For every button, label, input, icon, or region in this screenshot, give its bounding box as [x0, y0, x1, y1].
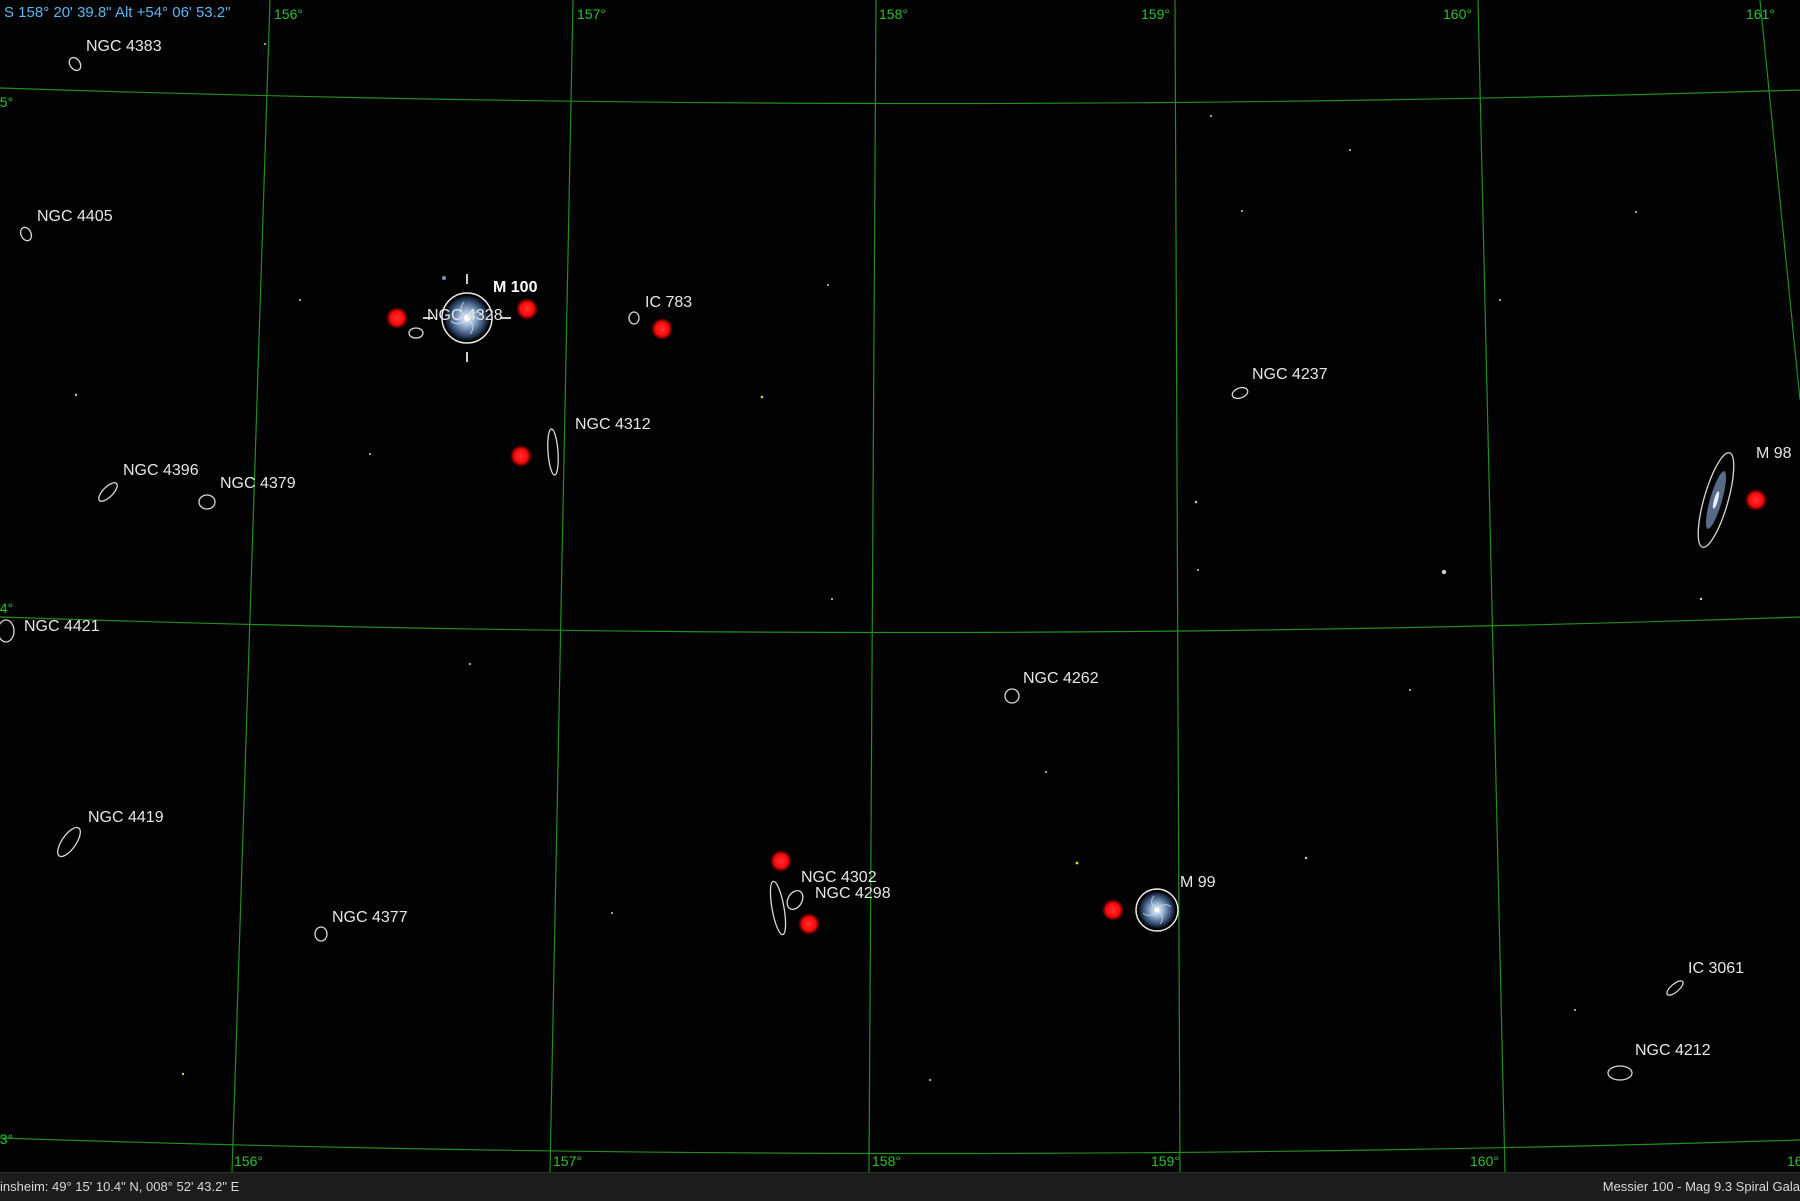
- ngc4237-outline: [1231, 386, 1249, 400]
- label-ngc4298[interactable]: NGC 4298: [815, 885, 891, 903]
- grid-lines: [0, 0, 1800, 1172]
- label-ic3061[interactable]: IC 3061: [1688, 960, 1744, 978]
- red-marker: [651, 318, 673, 340]
- cursor-coordinate-readout: S 158° 20' 39.8" Alt +54° 06' 53.2": [4, 4, 231, 21]
- ngc4419-outline: [57, 826, 81, 858]
- grid-label-az-161-top: 161°: [1746, 6, 1775, 22]
- grid-line-az-161: [1759, 0, 1800, 401]
- background-stars: [74, 43, 1703, 1081]
- red-marker: [510, 445, 532, 467]
- ic3061-outline: [1666, 980, 1684, 996]
- sky-chart-window: S 158° 20' 39.8" Alt +54° 06' 53.2" 156°…: [0, 0, 1800, 1201]
- grid-label-az-160-bottom: 160°: [1470, 1153, 1499, 1169]
- small-galaxy-image: [442, 276, 446, 280]
- grid-line-az-156: [231, 0, 271, 1172]
- label-ngc4421[interactable]: NGC 4421: [24, 618, 100, 636]
- red-marker: [1745, 489, 1767, 511]
- label-ngc4262[interactable]: NGC 4262: [1023, 670, 1099, 688]
- red-marker: [770, 850, 792, 872]
- label-m98[interactable]: M 98: [1756, 445, 1792, 463]
- label-ngc4212[interactable]: NGC 4212: [1635, 1042, 1711, 1060]
- grid-label-alt-53: 53°: [0, 1131, 14, 1147]
- red-marker: [516, 298, 538, 320]
- grid-line-alt-55: [0, 87, 1800, 105]
- m98-galaxy-image: [1705, 471, 1727, 529]
- label-ic783[interactable]: IC 783: [645, 294, 692, 312]
- ngc4383-outline: [68, 56, 82, 72]
- grid-line-az-157: [549, 0, 574, 1172]
- label-ngc4396[interactable]: NGC 4396: [123, 462, 199, 480]
- label-m100[interactable]: M 100: [493, 279, 537, 297]
- ngc4421-outline: [0, 619, 15, 643]
- grid-label-az-157-top: 157°: [577, 6, 606, 22]
- ngc4396-outline: [98, 482, 118, 502]
- ngc4377-outline: [314, 926, 328, 942]
- m99-galaxy-image: [1139, 892, 1175, 928]
- grid-label-alt-55: 55°: [0, 94, 14, 110]
- grid-label-az-160-top: 160°: [1443, 6, 1472, 22]
- label-ngc4377[interactable]: NGC 4377: [332, 909, 408, 927]
- ngc4298-outline: [786, 890, 804, 910]
- grid-label-az-158-bottom: 158°: [872, 1153, 901, 1169]
- grid-label-az-159-top: 159°: [1141, 6, 1170, 22]
- observer-location: insheim: 49° 15' 10.4" N, 008° 52' 43.2"…: [0, 1179, 240, 1194]
- label-ngc4383[interactable]: NGC 4383: [86, 38, 162, 56]
- grid-line-alt-54: [0, 616, 1800, 634]
- galaxy-images: [442, 276, 1727, 928]
- ngc4212-outline: [1607, 1065, 1633, 1081]
- ngc4302-outline: [769, 880, 787, 936]
- grid-label-az-156-top: 156°: [274, 6, 303, 22]
- red-marker: [1102, 899, 1124, 921]
- label-ngc4237[interactable]: NGC 4237: [1252, 366, 1328, 384]
- grid-line-az-158: [868, 0, 877, 1172]
- label-ngc4379[interactable]: NGC 4379: [220, 475, 296, 493]
- grid-label-az-156-bottom: 156°: [234, 1153, 263, 1169]
- grid-label-az-161-bottom: 16: [1787, 1153, 1800, 1169]
- label-ngc4405[interactable]: NGC 4405: [37, 208, 113, 226]
- sky-map[interactable]: S 158° 20' 39.8" Alt +54° 06' 53.2" 156°…: [0, 0, 1800, 1172]
- grid-line-alt-53: [0, 1137, 1800, 1155]
- label-m99[interactable]: M 99: [1180, 874, 1216, 892]
- grid-line-az-160: [1477, 0, 1506, 1172]
- selected-object-info: Messier 100 - Mag 9.3 Spiral Gala: [1602, 1179, 1800, 1194]
- ngc4312-outline: [547, 428, 559, 476]
- label-ngc4312[interactable]: NGC 4312: [575, 416, 651, 434]
- red-markers: [386, 298, 1767, 935]
- sky-map-graphics: [0, 0, 1800, 1172]
- red-marker: [386, 307, 408, 329]
- ic783-outline: [628, 311, 640, 325]
- grid-label-alt-54: 54°: [0, 600, 14, 616]
- grid-line-az-159: [1174, 0, 1181, 1172]
- ngc4262-outline: [1004, 688, 1020, 704]
- grid-label-az-158-top: 158°: [879, 6, 908, 22]
- grid-label-az-159-bottom: 159°: [1151, 1153, 1180, 1169]
- label-ngc4419[interactable]: NGC 4419: [88, 809, 164, 827]
- label-ngc4328[interactable]: NGC 4328: [427, 307, 503, 325]
- status-bar: insheim: 49° 15' 10.4" N, 008° 52' 43.2"…: [0, 1172, 1800, 1201]
- ngc4328-outline: [408, 327, 424, 339]
- red-marker: [798, 913, 820, 935]
- ngc4405-outline: [19, 226, 33, 242]
- grid-label-az-157-bottom: 157°: [553, 1153, 582, 1169]
- ngc4379-outline: [198, 494, 216, 510]
